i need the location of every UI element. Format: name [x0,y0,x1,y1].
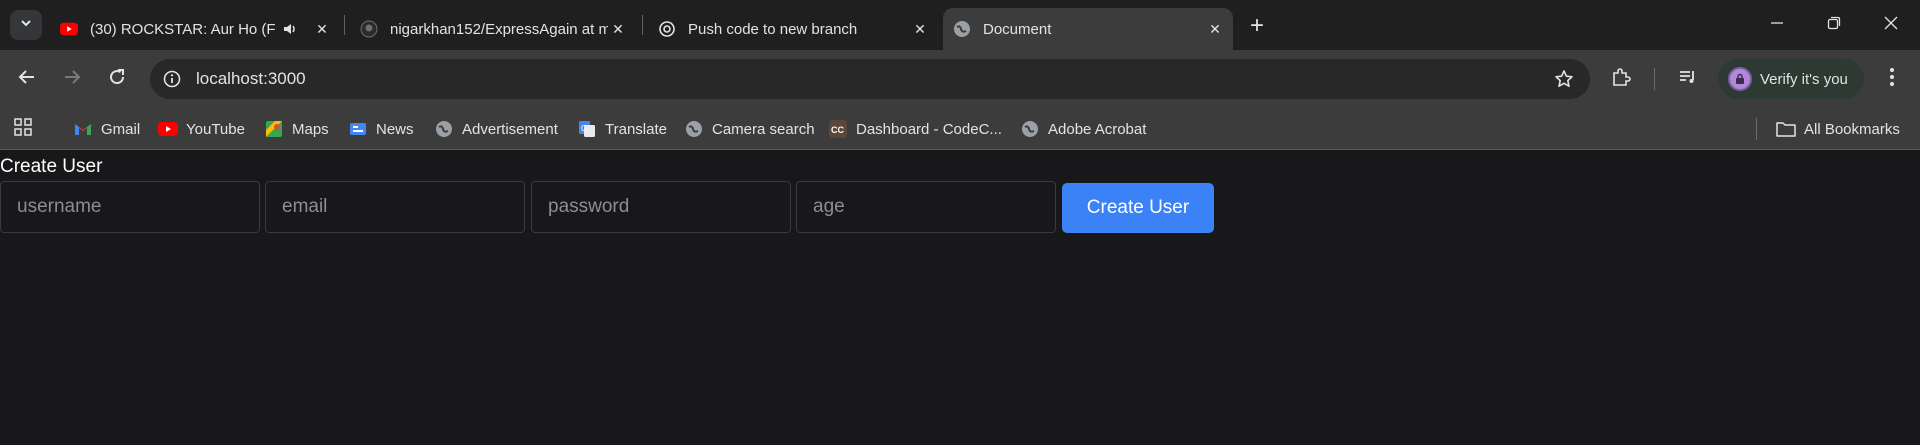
tab-title: Push code to new branch [688,20,858,38]
bookmark-camera-search[interactable]: Camera search [684,117,815,141]
globe-icon [434,119,454,139]
media-controls-button[interactable] [1672,63,1704,95]
tab-youtube[interactable]: (30) ROCKSTAR: Aur Ho (Full ✕ [50,8,340,50]
bookmark-label: Maps [292,120,329,138]
bookmark-label: Advertisement [462,120,558,138]
profile-verify-button[interactable]: Verify it's you [1718,59,1864,99]
bookmark-news[interactable]: News [348,117,414,141]
bookmark-label: Adobe Acrobat [1048,120,1147,138]
tab-search-button[interactable] [10,10,42,40]
apps-grid-icon [14,118,32,140]
tab-title: (30) ROCKSTAR: Aur Ho (Full [90,20,276,38]
tab-chatgpt[interactable]: Push code to new branch ✕ [648,8,938,50]
bookmark-youtube[interactable]: YouTube [158,117,245,141]
extensions-button[interactable] [1605,63,1637,95]
restore-icon [1827,14,1841,35]
bookmark-star-icon[interactable] [1552,67,1576,91]
youtube-icon [158,119,178,139]
puzzle-icon [1611,67,1631,92]
bookmark-label: Translate [605,120,667,138]
chatgpt-icon [658,20,676,38]
chrome-menu-button[interactable] [1876,63,1908,95]
bookmark-label: Dashboard - CodeC... [856,120,1002,138]
apps-button[interactable] [14,117,32,141]
bookmark-advertisement[interactable]: Advertisement [434,117,558,141]
restore-button[interactable] [1805,0,1863,48]
tab-title: nigarkhan152/ExpressAgain at m [390,20,608,38]
svg-text:G: G [581,124,587,133]
age-input[interactable] [796,181,1056,233]
bookmark-dashboard-codechef[interactable]: CC Dashboard - CodeC... [828,117,1002,141]
more-vert-icon [1889,67,1895,92]
bookmark-label: Gmail [101,120,141,138]
create-user-button[interactable]: Create User [1062,183,1214,233]
tab-document[interactable]: Document ✕ [943,8,1233,50]
bookmarks-bar: Gmail YouTube Maps News Advertisement G … [0,108,1920,150]
bookmarks-divider [1756,118,1757,140]
youtube-icon [60,20,78,38]
back-button[interactable] [11,63,43,95]
svg-text:CC: CC [831,125,844,135]
gmail-icon [73,119,93,139]
maps-icon [264,119,284,139]
chevron-down-icon [19,16,33,35]
tab-divider [642,15,643,35]
bookmark-label: News [376,120,414,138]
email-input[interactable] [265,181,525,233]
reload-icon [108,68,126,91]
reload-button[interactable] [101,63,133,95]
bookmark-translate[interactable]: G Translate [577,117,667,141]
close-tab-icon[interactable]: ✕ [1205,19,1225,39]
new-tab-button[interactable]: + [1243,12,1271,40]
site-info-icon[interactable] [160,67,184,91]
globe-icon [684,119,704,139]
avatar [1728,67,1752,91]
codechef-icon: CC [828,119,848,139]
url-text[interactable]: localhost:3000 [196,69,306,89]
speaker-icon[interactable] [282,21,298,37]
close-tab-icon[interactable]: ✕ [312,19,332,39]
all-bookmarks-button[interactable]: All Bookmarks [1776,117,1900,141]
bookmark-gmail[interactable]: Gmail [73,117,140,141]
bookmark-maps[interactable]: Maps [264,117,329,141]
arrow-right-icon [63,68,81,91]
tab-strip: (30) ROCKSTAR: Aur Ho (Full ✕ nigarkhan1… [0,0,1920,50]
news-icon [348,119,368,139]
bookmark-adobe-acrobat[interactable]: Adobe Acrobat [1020,117,1146,141]
github-icon [360,20,378,38]
password-input[interactable] [531,181,791,233]
translate-icon: G [577,119,597,139]
bookmark-label: YouTube [186,120,245,138]
toolbar-divider [1654,68,1655,90]
tab-github[interactable]: nigarkhan152/ExpressAgain at m ✕ [350,8,640,50]
minimize-icon [1770,14,1784,35]
address-bar[interactable]: localhost:3000 [150,59,1590,99]
all-bookmarks-label: All Bookmarks [1804,120,1900,138]
folder-icon [1776,119,1796,139]
close-window-button[interactable] [1862,0,1920,48]
bookmark-label: Camera search [712,120,815,138]
page-heading: Create User [0,156,103,177]
close-tab-icon[interactable]: ✕ [910,19,930,39]
username-input[interactable] [0,181,260,233]
globe-icon [953,20,971,38]
tab-divider [344,15,345,35]
forward-button[interactable] [56,63,88,95]
page-content: Create User Create User [0,151,1920,445]
arrow-left-icon [18,68,36,91]
tab-title: Document [983,20,1052,38]
minimize-button[interactable] [1748,0,1806,48]
close-icon [1884,14,1898,35]
profile-verify-label: Verify it's you [1760,70,1848,88]
close-tab-icon[interactable]: ✕ [608,19,628,39]
playlist-icon [1678,67,1698,92]
browser-toolbar: localhost:3000 Verify it's you [0,50,1920,108]
globe-icon [1020,119,1040,139]
